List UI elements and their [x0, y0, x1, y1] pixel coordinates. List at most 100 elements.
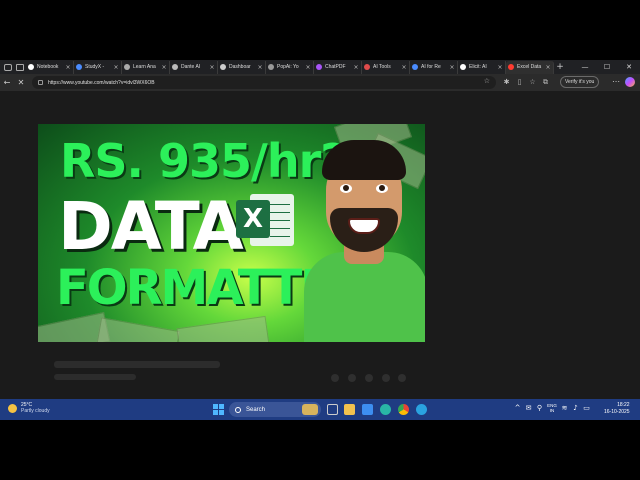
- search-icon: [235, 406, 241, 413]
- browser-tab[interactable]: Learn Ana ×: [122, 60, 170, 74]
- wifi-icon[interactable]: ≋: [559, 404, 570, 412]
- video-thumbnail[interactable]: RS. 935/hr? DATA FORMATTING X: [38, 124, 425, 342]
- battery-icon[interactable]: ▭: [581, 404, 592, 412]
- close-window-button[interactable]: ✕: [618, 60, 640, 74]
- browser-tab[interactable]: StudyX - ×: [74, 60, 122, 74]
- tab-title: Notebook: [37, 64, 59, 70]
- tab-favicon-icon: [220, 64, 226, 70]
- tab-title: AI for Re: [421, 64, 441, 70]
- taskbar-search[interactable]: Search: [229, 402, 321, 417]
- tab-title: PopAi: Yo: [277, 64, 299, 70]
- tab-favicon-icon: [412, 64, 418, 70]
- tab-close-icon[interactable]: ×: [449, 64, 455, 71]
- browser-tab-strip: Notebook × StudyX - × Learn Ana × Dante AI × Das…: [0, 60, 640, 74]
- tab-close-icon[interactable]: ×: [497, 64, 503, 71]
- browser-tab[interactable]: AI for Re ×: [410, 60, 458, 74]
- maximize-button[interactable]: ☐: [596, 60, 618, 74]
- telegram-icon[interactable]: [416, 404, 427, 415]
- store-icon[interactable]: [362, 404, 373, 415]
- loading-channel-placeholder: [54, 374, 136, 380]
- tab-close-icon[interactable]: ×: [401, 64, 407, 71]
- site-info-icon[interactable]: [38, 80, 43, 85]
- tab-close-icon[interactable]: ×: [113, 64, 119, 71]
- tab-close-icon[interactable]: ×: [353, 64, 359, 71]
- presenter-photo: [296, 134, 425, 342]
- file-explorer-icon[interactable]: [344, 404, 355, 415]
- browser-tab[interactable]: ChatPDF ×: [314, 60, 362, 74]
- tab-close-icon[interactable]: ×: [209, 64, 215, 71]
- thumbnail-headline-data: DATA: [58, 188, 244, 265]
- verify-label: Verify it's you: [565, 79, 595, 85]
- tab-favicon-icon: [364, 64, 370, 70]
- browser-tab[interactable]: Excel Data ×: [506, 60, 554, 74]
- tab-list: Notebook × StudyX - × Learn Ana × Dante AI × Das…: [26, 60, 554, 74]
- loading-dot: [348, 374, 356, 382]
- browser-tab[interactable]: Dante AI ×: [170, 60, 218, 74]
- money-bill-decoration: [176, 315, 270, 342]
- tab-favicon-icon: [268, 64, 274, 70]
- clock-time: 18:22: [617, 402, 630, 408]
- address-bar[interactable]: https://www.youtube.com/watch?v=idvl3WX6…: [32, 76, 496, 89]
- chrome-icon[interactable]: [398, 404, 409, 415]
- browser-tab[interactable]: Elicit: AI ×: [458, 60, 506, 74]
- tab-close-icon[interactable]: ×: [257, 64, 263, 71]
- system-clock[interactable]: 18:22 16-10-2025: [604, 402, 630, 416]
- search-label: Search: [246, 406, 266, 413]
- browser-tab[interactable]: Dashboar ×: [218, 60, 266, 74]
- start-button[interactable]: [213, 404, 224, 415]
- browser-tab[interactable]: PopAi: Yo ×: [266, 60, 314, 74]
- tab-close-icon[interactable]: ×: [161, 64, 167, 71]
- tab-title: StudyX -: [85, 64, 105, 70]
- region-code: IN: [549, 408, 555, 413]
- show-hidden-icons-icon[interactable]: ^: [512, 404, 523, 412]
- loading-dot: [382, 374, 390, 382]
- youtube-page: RS. 935/hr? DATA FORMATTING X: [0, 91, 640, 399]
- copilot-icon[interactable]: [625, 77, 635, 87]
- weather-desc: Partly cloudy: [21, 408, 50, 414]
- verify-identity-button[interactable]: Verify it's you: [560, 76, 600, 88]
- tab-favicon-icon: [508, 64, 514, 70]
- extensions-icon[interactable]: ✱: [500, 77, 513, 88]
- screen: Notebook × StudyX - × Learn Ana × Dante AI × Das…: [0, 60, 640, 420]
- new-tab-button[interactable]: +: [554, 62, 566, 72]
- favorite-star-icon[interactable]: ☆: [484, 77, 490, 85]
- browser-tab[interactable]: AI Tools ×: [362, 60, 410, 74]
- favorites-icon[interactable]: ☆: [526, 77, 539, 88]
- system-tray: ^ ✉ ⚲ ENG IN ≋ ♪ ▭: [512, 403, 592, 413]
- workspaces-icon[interactable]: [4, 63, 12, 71]
- minimize-button[interactable]: —: [574, 60, 596, 74]
- tab-title: Learn Ana: [133, 64, 156, 70]
- excel-letter: X: [236, 200, 270, 238]
- mail-icon[interactable]: ✉: [523, 404, 534, 412]
- tab-close-icon[interactable]: ×: [545, 64, 551, 71]
- clock-date: 16-10-2025: [604, 409, 630, 415]
- location-icon[interactable]: ⚲: [534, 404, 545, 412]
- toolbar-extensions: ✱ ▯ ☆ ⧉: [500, 77, 552, 88]
- money-bill-decoration: [96, 317, 180, 342]
- tab-favicon-icon: [172, 64, 178, 70]
- tab-title: Dashboar: [229, 64, 251, 70]
- volume-icon[interactable]: ♪: [570, 404, 581, 412]
- language-indicator[interactable]: ENG IN: [545, 403, 559, 413]
- loading-dot: [365, 374, 373, 382]
- browser-tab[interactable]: Notebook ×: [26, 60, 74, 74]
- tab-favicon-icon: [460, 64, 466, 70]
- tab-close-icon[interactable]: ×: [65, 64, 71, 71]
- back-arrow-icon[interactable]: ←: [0, 74, 14, 91]
- weather-widget[interactable]: 25°C Partly cloudy: [8, 402, 50, 414]
- tab-title: ChatPDF: [325, 64, 346, 70]
- more-options-icon[interactable]: ⋯: [612, 77, 620, 86]
- excel-logo-icon: X: [236, 192, 294, 248]
- split-screen-icon[interactable]: ▯: [513, 77, 526, 88]
- url-text[interactable]: https://www.youtube.com/watch?v=idvl3WX6…: [48, 80, 155, 86]
- collections-icon[interactable]: ⧉: [539, 77, 552, 88]
- stop-loading-icon[interactable]: ✕: [14, 74, 28, 91]
- tab-actions-icon[interactable]: [16, 63, 24, 71]
- task-view-icon[interactable]: [327, 404, 338, 415]
- windows-taskbar: 25°C Partly cloudy Search ^ ✉ ⚲ ENG IN ≋…: [0, 399, 640, 420]
- tab-close-icon[interactable]: ×: [305, 64, 311, 71]
- edge-icon[interactable]: [380, 404, 391, 415]
- tab-title: AI Tools: [373, 64, 391, 70]
- search-highlight-image: [302, 404, 318, 415]
- tab-title: Dante AI: [181, 64, 201, 70]
